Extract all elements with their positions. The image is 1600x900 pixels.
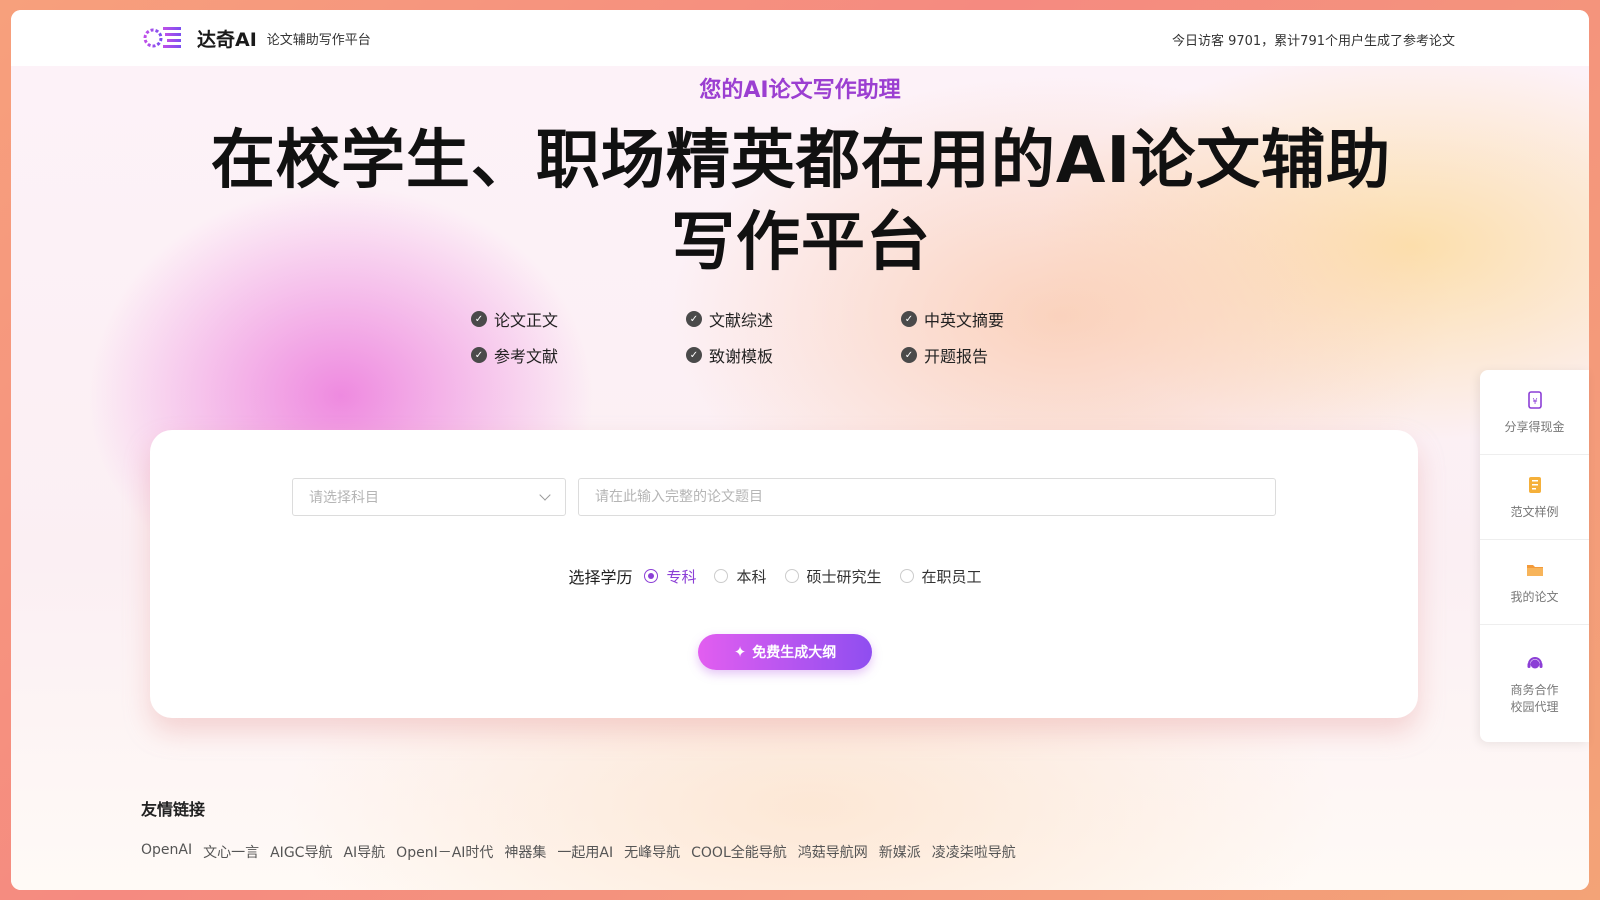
- visitor-stats: 今日访客 9701，累计791个用户生成了参考论文: [1171, 34, 1455, 49]
- side-item-label: 范文样例: [1510, 504, 1559, 519]
- education-option-junior-college[interactable]: 专科: [644, 566, 696, 587]
- side-panel: ¥ 分享得现金 范文样例 我的论文 商务合作 校园代理: [1480, 370, 1589, 742]
- check-circle-icon: ✓: [686, 347, 702, 363]
- friend-link[interactable]: 神器集: [504, 842, 546, 862]
- share-cash-icon: ¥: [1527, 390, 1542, 409]
- friend-link[interactable]: AI导航: [343, 842, 385, 862]
- side-item-my-papers[interactable]: 我的论文: [1480, 540, 1589, 625]
- side-item-label: 分享得现金: [1504, 419, 1565, 434]
- logo-mark-icon: [143, 27, 181, 48]
- education-option-master[interactable]: 硕士研究生: [784, 566, 882, 587]
- friend-link[interactable]: 一起用AI: [557, 842, 613, 862]
- subject-select-placeholder: 请选择科目: [309, 490, 379, 506]
- friend-link[interactable]: 凌凌柒啦导航: [932, 842, 1016, 862]
- document-icon: [1528, 476, 1541, 493]
- feature-list: ✓ 论文正文 ✓ 文献综述 ✓ 中英文摘要 ✓ 参考文献 ✓ 致谢模板 ✓ 开题报告: [471, 308, 1071, 366]
- friend-link[interactable]: AIGC导航: [270, 842, 332, 862]
- friend-links: OpenAI 文心一言 AIGC导航 AI导航 OpenI－AI时代 神器集 一…: [141, 842, 1027, 862]
- feature-label: 文献综述: [709, 311, 774, 330]
- feature-item: ✓ 开题报告: [901, 344, 1071, 366]
- feature-item: ✓ 文献综述: [686, 308, 901, 330]
- friend-link[interactable]: COOL全能导航: [691, 842, 787, 862]
- radio-selected-icon: [644, 569, 659, 583]
- feature-item: ✓ 参考文献: [471, 344, 686, 366]
- friend-link[interactable]: OpenI－AI时代: [396, 842, 493, 862]
- friend-link[interactable]: 新媒派: [879, 842, 921, 862]
- headline-line-2: 写作平台: [671, 206, 931, 280]
- browser-window: 达奇AI 论文辅助写作平台 今日访客 9701，累计791个用户生成了参考论文 …: [11, 10, 1589, 890]
- radio-label: 专科: [666, 567, 697, 586]
- hero-tagline: 您的AI论文写作助理: [699, 78, 901, 103]
- subject-select[interactable]: 请选择科目: [292, 478, 566, 516]
- friend-link[interactable]: 鸿菇导航网: [798, 842, 868, 862]
- brand-name: 达奇AI: [197, 28, 257, 51]
- top-header: 达奇AI 论文辅助写作平台 今日访客 9701，累计791个用户生成了参考论文: [11, 10, 1589, 66]
- hero-headline: 在校学生、职场精英都在用的AI论文辅助 写作平台: [131, 120, 1471, 284]
- feature-item: ✓ 中英文摘要: [901, 308, 1071, 330]
- side-item-label-line-1: 商务合作: [1510, 682, 1559, 697]
- generate-button-label: 免费生成大纲: [752, 645, 837, 661]
- friend-links-title: 友情链接: [141, 800, 206, 819]
- feature-label: 开题报告: [924, 347, 989, 366]
- chevron-down-icon: [539, 489, 551, 501]
- feature-item: ✓ 致谢模板: [686, 344, 901, 366]
- brand-logo[interactable]: 达奇AI 论文辅助写作平台: [143, 24, 371, 52]
- feature-label: 参考文献: [494, 347, 559, 366]
- paper-title-input[interactable]: [578, 478, 1276, 516]
- folder-icon: [1526, 564, 1543, 576]
- check-circle-icon: ✓: [471, 347, 487, 363]
- side-item-sample-papers[interactable]: 范文样例: [1480, 455, 1589, 540]
- check-circle-icon: ✓: [901, 347, 917, 363]
- radio-icon: [714, 569, 729, 583]
- feature-item: ✓ 论文正文: [471, 308, 686, 330]
- check-circle-icon: ✓: [686, 311, 702, 327]
- svg-text:¥: ¥: [1532, 397, 1537, 406]
- check-circle-icon: ✓: [901, 311, 917, 327]
- education-option-bachelor[interactable]: 本科: [714, 566, 767, 587]
- customer-service-icon: [1527, 656, 1542, 668]
- radio-label: 硕士研究生: [806, 567, 882, 586]
- radio-icon: [784, 569, 799, 583]
- sparkle-icon: ✦: [733, 643, 747, 661]
- friend-link[interactable]: OpenAI: [141, 842, 192, 862]
- friend-link[interactable]: 无峰导航: [624, 842, 680, 862]
- side-item-label: 我的论文: [1510, 589, 1559, 604]
- generate-outline-button[interactable]: ✦ 免费生成大纲: [698, 634, 872, 670]
- education-label: 选择学历: [568, 568, 633, 587]
- radio-icon: [899, 569, 914, 583]
- feature-label: 致谢模板: [709, 347, 774, 366]
- radio-label: 在职员工: [921, 567, 982, 586]
- side-item-label-line-2: 校园代理: [1510, 699, 1559, 714]
- brand-subtitle: 论文辅助写作平台: [266, 32, 371, 48]
- education-selector: 选择学历 专科 本科 硕士研究生 在职员工: [150, 564, 1418, 588]
- headline-line-1: 在校学生、职场精英都在用的AI论文辅助: [210, 124, 1392, 198]
- friend-link[interactable]: 文心一言: [203, 842, 259, 862]
- side-item-share-cash[interactable]: ¥ 分享得现金: [1480, 370, 1589, 455]
- radio-label: 本科: [736, 567, 767, 586]
- paper-form-card: 请选择科目 选择学历 专科 本科 硕士研究生 在职员工 ✦ 免费生成大纲: [150, 430, 1418, 718]
- side-item-business-cooperation[interactable]: 商务合作 校园代理: [1480, 625, 1589, 742]
- check-circle-icon: ✓: [471, 311, 487, 327]
- feature-label: 中英文摘要: [924, 311, 1005, 330]
- education-option-employee[interactable]: 在职员工: [899, 566, 982, 587]
- feature-label: 论文正文: [494, 311, 559, 330]
